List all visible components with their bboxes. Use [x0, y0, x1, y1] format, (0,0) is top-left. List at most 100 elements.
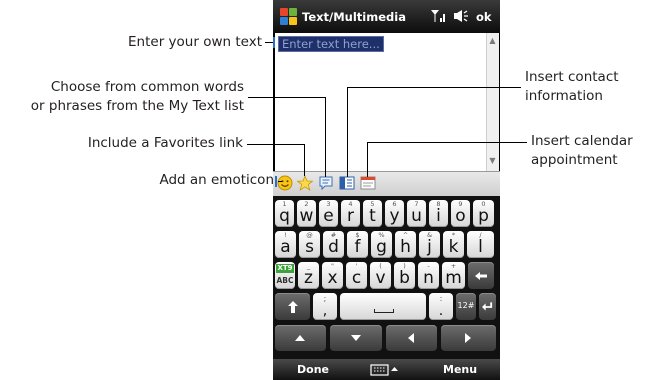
callout-line-emoticon [278, 181, 282, 182]
symbols-label: 12# [457, 301, 475, 310]
key-a[interactable]: ! a [275, 231, 296, 258]
key-g[interactable]: % g [371, 231, 392, 258]
message-text-area[interactable]: Enter text here... [275, 33, 486, 171]
key-xt9-mode[interactable]: XT9 ABC [275, 262, 295, 289]
text-scrollbar[interactable]: ▲ ▼ [486, 33, 499, 171]
key-u[interactable]: 7u [407, 200, 426, 227]
volume-icon[interactable] [453, 9, 469, 23]
soft-key-bar: Done Menu [273, 359, 500, 380]
key-s[interactable]: @ s [299, 231, 320, 258]
colon-label: : [439, 294, 443, 303]
key-label: k [448, 237, 459, 257]
arrow-down-key[interactable] [330, 325, 382, 351]
backspace-arrow-icon [475, 272, 487, 280]
callout-line-favorites-v [304, 144, 305, 176]
key-p[interactable]: 0p [473, 200, 494, 227]
callout-line-contact-h [347, 87, 521, 88]
contact-card-icon[interactable] [339, 175, 355, 191]
done-softkey[interactable]: Done [297, 363, 329, 376]
key-label: o [455, 206, 466, 226]
backspace-key[interactable] [468, 262, 494, 289]
callout-contact-line2: information [525, 88, 603, 104]
key-label: n [423, 268, 434, 288]
key-q[interactable]: 1q [275, 200, 294, 227]
symbols-key[interactable]: 12# [456, 293, 476, 320]
emoticon-icon[interactable] [277, 175, 293, 191]
key-k[interactable]: * k [443, 231, 464, 258]
arrow-up-icon [295, 335, 305, 341]
key-n[interactable]: -n [418, 262, 439, 289]
key-h[interactable]: ^ h [395, 231, 416, 258]
xt9-label: XT9 [276, 264, 294, 273]
key-label: d [328, 237, 339, 257]
key-x[interactable]: " x [322, 262, 343, 289]
key-l[interactable]: / l [467, 231, 494, 258]
callout-line-calendar-v [367, 142, 368, 177]
message-input-placeholder[interactable]: Enter text here... [278, 36, 384, 52]
callout-line-my-text-h [248, 97, 325, 98]
key-b[interactable]: ) b [394, 262, 415, 289]
key-m[interactable]: + m [442, 262, 465, 289]
key-label: l [478, 237, 483, 257]
shift-key[interactable] [275, 293, 310, 320]
callout-enter-text: Enter your own text [128, 34, 262, 50]
windows-start-icon[interactable] [279, 7, 298, 26]
callout-favorites: Include a Favorites link [87, 135, 243, 151]
key-label: z [304, 268, 313, 288]
period-label: . [438, 303, 444, 319]
insert-toolbar [273, 171, 500, 196]
key-label: j [427, 237, 432, 257]
callout-line-contact-v [347, 87, 348, 177]
app-title: Text/Multimedia [302, 10, 406, 24]
key-label: t [369, 206, 376, 226]
arrow-left-key[interactable] [386, 325, 437, 351]
key-comma-semicolon[interactable]: ; , [313, 293, 337, 320]
keyboard-toggle-icon[interactable] [370, 363, 400, 376]
callout-emoticon: Add an emoticon [159, 172, 274, 188]
title-bar: Text/Multimedia ok [273, 0, 500, 33]
calendar-icon[interactable] [360, 175, 376, 191]
space-bar-icon [374, 309, 394, 313]
key-label: w [299, 206, 314, 226]
key-label: h [400, 237, 411, 257]
callout-calendar: Insert calendar appointment [531, 132, 633, 170]
key-d[interactable]: # d [323, 231, 344, 258]
key-r[interactable]: 4r [341, 200, 360, 227]
callout-line-my-text-v [325, 97, 326, 177]
key-v[interactable]: (v [370, 262, 391, 289]
key-j[interactable]: & j [419, 231, 440, 258]
space-key[interactable] [340, 293, 426, 320]
key-o[interactable]: 9o [451, 200, 470, 227]
arrow-right-key[interactable] [441, 325, 496, 351]
semicolon-label: ; [323, 294, 327, 303]
key-label: c [351, 268, 362, 288]
key-label: p [478, 206, 489, 226]
key-w[interactable]: 2w [297, 200, 316, 227]
signal-strength-icon[interactable] [431, 9, 447, 23]
key-label: q [279, 206, 290, 226]
key-e[interactable]: 3e [319, 200, 338, 227]
arrow-right-icon [465, 333, 471, 343]
key-c[interactable]: ' c [346, 262, 367, 289]
key-label: i [436, 206, 441, 226]
key-label: a [280, 237, 291, 257]
key-period-colon[interactable]: : . [429, 293, 453, 320]
arrow-up-key[interactable] [275, 325, 326, 351]
phone-screen: Text/Multimedia ok Enter text here... ▲ … [273, 0, 500, 380]
callout-my-text: Choose from common words or phrases from… [31, 78, 244, 116]
my-text-icon[interactable] [318, 175, 334, 191]
key-label: b [399, 268, 410, 288]
key-f[interactable]: $ f [347, 231, 368, 258]
enter-key[interactable] [479, 293, 496, 320]
scroll-up-arrow-icon[interactable]: ▲ [487, 35, 498, 47]
key-t[interactable]: 5t [363, 200, 382, 227]
favorites-star-icon[interactable] [297, 175, 313, 191]
key-y[interactable]: 6y [385, 200, 404, 227]
scroll-down-arrow-icon[interactable]: ▼ [487, 155, 498, 167]
menu-softkey[interactable]: Menu [443, 363, 477, 376]
ok-button[interactable]: ok [476, 10, 492, 24]
arrow-left-icon [408, 333, 414, 343]
key-i[interactable]: 8i [429, 200, 448, 227]
key-z[interactable]: _ z [298, 262, 319, 289]
key-label: g [376, 237, 387, 257]
